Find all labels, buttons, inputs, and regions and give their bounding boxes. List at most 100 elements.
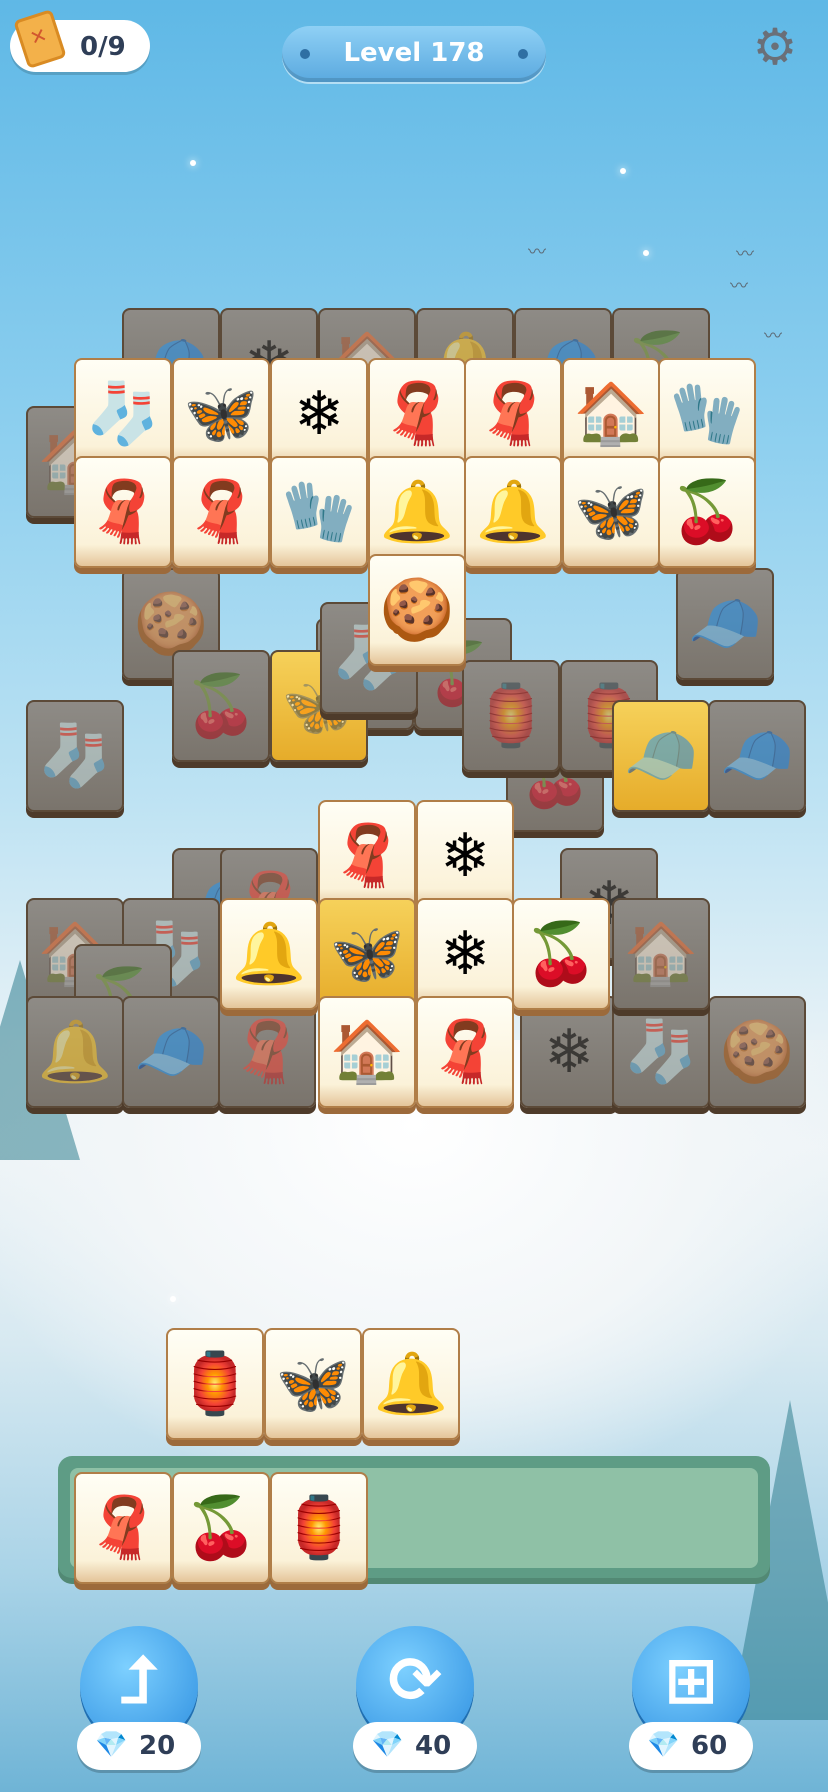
- gingerman-icon: 🍪: [379, 575, 455, 645]
- scarf-icon: 🧣: [329, 821, 405, 891]
- level-title: Level 178: [343, 38, 485, 68]
- undo-price: 💎 20: [77, 1722, 201, 1770]
- collected-counter: 0/9: [10, 9, 150, 72]
- stocking-tile: 🧦: [26, 700, 124, 812]
- holly-icon: 🍒: [183, 1493, 259, 1563]
- bird: 〰: [528, 242, 546, 263]
- scarf-icon: 🧣: [183, 477, 259, 547]
- mittens-tile[interactable]: 🧤: [270, 456, 368, 568]
- scarf-tile: 🧣: [218, 996, 316, 1108]
- butterfly-icon: 🦋: [573, 477, 649, 547]
- sparkle: [620, 168, 626, 174]
- bell-tile: 🔔: [26, 996, 124, 1108]
- gingerhouse-tile[interactable]: 🏠: [318, 996, 416, 1108]
- gingerman-tile[interactable]: 🍪: [368, 554, 466, 666]
- snowflake-tile[interactable]: ❄: [270, 358, 368, 470]
- snowflake-tile: ❄: [520, 996, 618, 1108]
- bird: 〰: [764, 326, 782, 347]
- snowflake-icon: ❄: [439, 919, 491, 989]
- ornament-icon: 🏮: [473, 681, 549, 751]
- butterfly-tile[interactable]: 🦋: [172, 358, 270, 470]
- hat-tile: 🧢: [612, 700, 710, 812]
- stocking-tile[interactable]: 🧦: [74, 358, 172, 470]
- bell-icon: 🔔: [231, 919, 307, 989]
- mittens-tile[interactable]: 🧤: [658, 358, 756, 470]
- bell-tile[interactable]: 🔔: [362, 1328, 460, 1440]
- scarf-tile[interactable]: 🧣: [172, 456, 270, 568]
- add-slot-icon: ⊞: [664, 1644, 718, 1718]
- bell-tile[interactable]: 🔔: [220, 898, 318, 1010]
- bird: 〰: [730, 276, 748, 297]
- holly-tile: 🍒: [172, 650, 270, 762]
- butterfly-tile[interactable]: 🦋: [264, 1328, 362, 1440]
- bell-tile[interactable]: 🔔: [368, 456, 466, 568]
- hat-icon: 🧢: [133, 1017, 209, 1087]
- extra-slot-cost: 60: [691, 1731, 728, 1761]
- gear-icon[interactable]: ⚙: [748, 20, 802, 74]
- snowflake-tile[interactable]: ❄: [416, 898, 514, 1010]
- butterfly-icon: 🦋: [329, 919, 405, 989]
- gingerman-icon: 🍪: [719, 1017, 795, 1087]
- stocking-icon: 🧦: [623, 1017, 699, 1087]
- holly-icon: 🍒: [669, 477, 745, 547]
- butterfly-tile[interactable]: 🦋: [318, 898, 416, 1010]
- sparkle: [170, 1296, 176, 1302]
- holly-tile[interactable]: 🍒: [512, 898, 610, 1010]
- diamond-icon: 💎: [95, 1730, 128, 1760]
- ornament-tile: 🏮: [462, 660, 560, 772]
- bell-icon: 🔔: [373, 1349, 449, 1419]
- hat-tile: 🧢: [708, 700, 806, 812]
- bell-icon: 🔔: [379, 477, 455, 547]
- diamond-icon: 💎: [647, 1730, 680, 1760]
- undo-cost: 20: [139, 1731, 176, 1761]
- mittens-icon: 🧤: [281, 477, 357, 547]
- bell-icon: 🔔: [475, 477, 551, 547]
- scarf-icon: 🧣: [427, 1017, 503, 1087]
- shuffle-price: 💎 40: [353, 1722, 477, 1770]
- scarf-icon: 🧣: [85, 1493, 161, 1563]
- butterfly-icon: 🦋: [183, 379, 259, 449]
- scarf-tile[interactable]: 🧣: [416, 996, 514, 1108]
- snowflake-icon: ❄: [439, 821, 491, 891]
- ornament-icon: 🏮: [281, 1493, 357, 1563]
- snowflake-icon: ❄: [293, 379, 345, 449]
- bird: 〰: [736, 244, 754, 265]
- gingerhouse-icon: 🏠: [329, 1017, 405, 1087]
- sparkle: [190, 160, 196, 166]
- ornament-tile[interactable]: 🏮: [166, 1328, 264, 1440]
- stocking-icon: 🧦: [85, 379, 161, 449]
- snowflake-tile[interactable]: ❄: [416, 800, 514, 912]
- holly-icon: 🍒: [523, 919, 599, 989]
- card-icon: [13, 9, 67, 69]
- gingerhouse-tile: 🏠: [612, 898, 710, 1010]
- stocking-tile: 🧦: [612, 996, 710, 1108]
- gingerhouse-icon: 🏠: [573, 379, 649, 449]
- bell-tile[interactable]: 🔔: [464, 456, 562, 568]
- scarf-icon: 🧣: [379, 379, 455, 449]
- level-banner: Level 178: [282, 26, 546, 82]
- snowflake-icon: ❄: [543, 1017, 595, 1087]
- holly-tile: 🍒: [172, 1472, 270, 1584]
- gingerhouse-tile[interactable]: 🏠: [562, 358, 660, 470]
- scarf-tile: 🧣: [74, 1472, 172, 1584]
- scarf-icon: 🧣: [85, 477, 161, 547]
- scarf-tile[interactable]: 🧣: [318, 800, 416, 912]
- butterfly-tile[interactable]: 🦋: [562, 456, 660, 568]
- scarf-tile[interactable]: 🧣: [464, 358, 562, 470]
- holly-icon: 🍒: [183, 671, 259, 741]
- bell-icon: 🔔: [37, 1017, 113, 1087]
- shuffle-cost: 40: [415, 1731, 452, 1761]
- mittens-icon: 🧤: [669, 379, 745, 449]
- scarf-icon: 🧣: [475, 379, 551, 449]
- holly-tile[interactable]: 🍒: [658, 456, 756, 568]
- hat-tile: 🧢: [122, 996, 220, 1108]
- scarf-icon: 🧣: [229, 1017, 305, 1087]
- gingerhouse-icon: 🏠: [623, 919, 699, 989]
- shuffle-icon: ⟳: [388, 1644, 442, 1718]
- scarf-tile[interactable]: 🧣: [74, 456, 172, 568]
- scarf-tile[interactable]: 🧣: [368, 358, 466, 470]
- ornament-icon: 🏮: [177, 1349, 253, 1419]
- hat-icon: 🧢: [687, 589, 763, 659]
- butterfly-icon: 🦋: [275, 1349, 351, 1419]
- collected-count: 0/9: [80, 32, 126, 62]
